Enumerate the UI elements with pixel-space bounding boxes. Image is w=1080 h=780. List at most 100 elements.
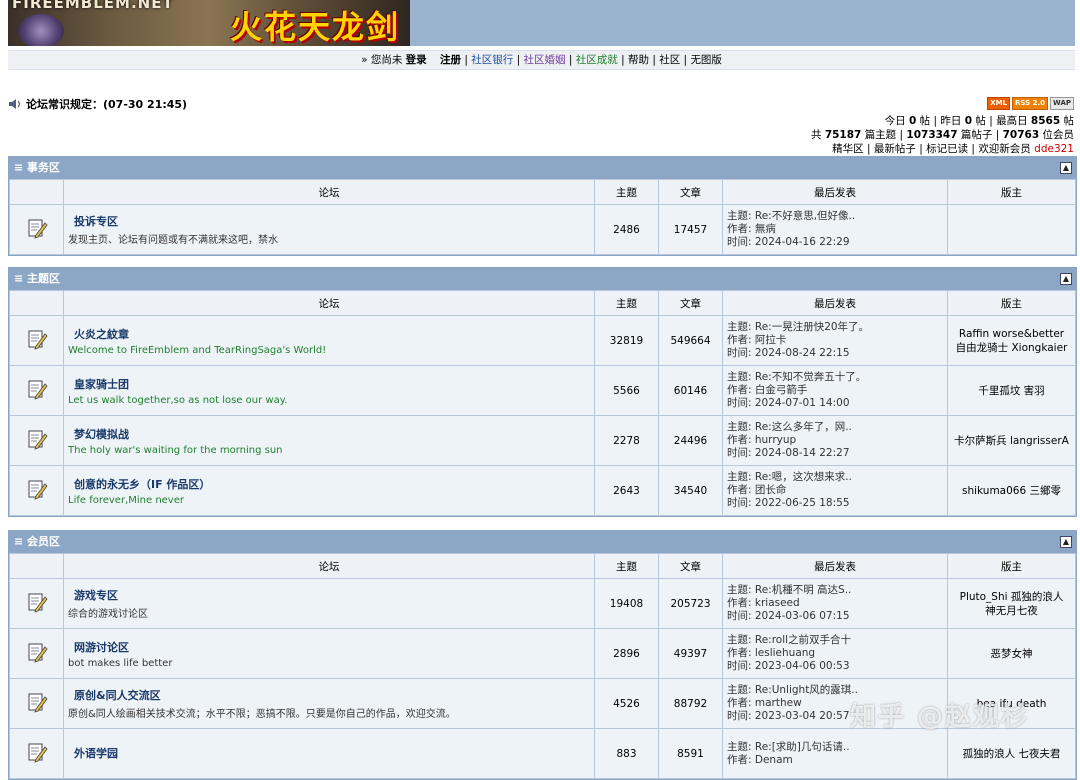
- topic-count: 5566: [594, 365, 659, 416]
- forum-table: 论坛 主题 文章 最后发表 版主 投诉专区 发现主页、论坛有问题或有不满就来这吧，禁水 248…: [9, 179, 1076, 255]
- moderators-cell[interactable]: 千里孤坟 害羽: [947, 365, 1076, 416]
- forum-icon-cell: [9, 678, 64, 729]
- header-last-post: 最后发表: [722, 290, 948, 316]
- moderators-cell[interactable]: Pluto_Shi 孤独的浪人 神无月七夜: [947, 578, 1076, 629]
- last-post-author[interactable]: 作者: 白金弓箭手: [727, 384, 946, 397]
- last-post-author[interactable]: 作者: Denam: [727, 754, 946, 767]
- forum-link[interactable]: 火炎之紋章: [68, 326, 593, 342]
- site-title: 火花天龙剑: [230, 8, 401, 46]
- last-post-topic[interactable]: 主题: Re:不知不觉奔五十了。: [727, 371, 946, 384]
- header-moderators: 版主: [947, 553, 1076, 579]
- last-post-topic[interactable]: 主题: Re:roll之前双手合十: [727, 634, 946, 647]
- topic-count: 883: [594, 728, 659, 779]
- last-post-time: 时间: 2024-08-24 22:15: [727, 347, 850, 359]
- moderators-cell[interactable]: [947, 204, 1076, 255]
- header-forum: 论坛: [63, 179, 595, 205]
- login-link[interactable]: 登录: [406, 54, 427, 66]
- forum-link[interactable]: 投诉专区: [68, 213, 593, 229]
- moderators-cell[interactable]: shikuma066 三鄉零: [947, 465, 1076, 516]
- forum-name-cell: 投诉专区 发现主页、论坛有问题或有不满就来这吧，禁水: [63, 204, 595, 255]
- moderators-cell[interactable]: 孤独的浪人 七夜夫君: [947, 728, 1076, 779]
- last-post-author[interactable]: 作者: lesliehuang: [727, 647, 946, 660]
- header-icon-col: [9, 290, 64, 316]
- table-row: 投诉专区 发现主页、论坛有问题或有不满就来这吧，禁水 2486 17457 主题: Re…: [9, 204, 1076, 255]
- forum-icon-cell: [9, 415, 64, 466]
- feed-badges: XML RSS 2.0 WAP: [987, 97, 1074, 110]
- forum-link[interactable]: 原创&同人交流区: [68, 687, 593, 703]
- header-moderators: 版主: [947, 179, 1076, 205]
- announcement[interactable]: 论坛常识规定：(07-30 21:45): [8, 96, 187, 112]
- latest-posts-link[interactable]: 最新帖子: [874, 143, 916, 155]
- forum-name-cell: 原创&同人交流区 原创&同人绘画相关技术交流；水平不限；恶搞不限。只要是你自己的作…: [63, 678, 595, 729]
- last-post-author[interactable]: 作者: 無病: [727, 223, 946, 236]
- section-header: ≡ 会员区 ▲: [9, 531, 1076, 553]
- nav-community-link[interactable]: 社区: [659, 54, 680, 66]
- last-post-cell: 主题: Re:机種不明 高达S.. 作者: kriaseed 时间: 2024-03…: [722, 578, 948, 629]
- last-post-topic[interactable]: 主题: Re:嗯，这次想来求..: [727, 471, 946, 484]
- nav-bank-link[interactable]: 社区银行: [471, 54, 513, 66]
- table-row: 创意的永无乡（IF 作品区） Life forever,Mine never 264…: [9, 465, 1076, 516]
- register-link[interactable]: 注册: [440, 54, 461, 66]
- banner-image[interactable]: FIREEMBLEM.NET 火花天龙剑: [8, 0, 410, 46]
- last-post-topic[interactable]: 主题: Re:一晃注册快20年了。: [727, 321, 946, 334]
- table-row: 火炎之紋章 Welcome to FireEmblem and TearRingS…: [9, 315, 1076, 366]
- last-post-author[interactable]: 作者: kriaseed: [727, 597, 946, 610]
- rss-badge[interactable]: RSS 2.0: [1012, 97, 1049, 110]
- wap-badge[interactable]: WAP: [1050, 97, 1074, 110]
- nav-marriage-link[interactable]: 社区婚姻: [524, 54, 566, 66]
- last-post-author[interactable]: 作者: hurryup: [727, 434, 946, 447]
- post-count: 205723: [658, 578, 723, 629]
- last-post-cell: 主题: Re:roll之前双手合十 作者: lesliehuang 时间: 2023…: [722, 628, 948, 679]
- last-post-author[interactable]: 作者: 阿拉卡: [727, 334, 946, 347]
- moderators-cell[interactable]: 恶梦女神: [947, 628, 1076, 679]
- table-header-row: 论坛 主题 文章 最后发表 版主: [9, 290, 1076, 316]
- nav-help-link[interactable]: 帮助: [628, 54, 649, 66]
- forum-icon-cell: [9, 728, 64, 779]
- header-topics: 主题: [594, 290, 659, 316]
- header-posts: 文章: [658, 290, 723, 316]
- nav-achievement-link[interactable]: 社区成就: [576, 54, 618, 66]
- last-post-topic[interactable]: 主题: Re:不好意思,但好像..: [727, 210, 946, 223]
- last-post-time: 时间: 2023-04-06 00:53: [727, 660, 850, 672]
- xml-badge[interactable]: XML: [987, 97, 1011, 110]
- forum-description: Life forever,Mine never: [68, 494, 184, 506]
- header-posts: 文章: [658, 553, 723, 579]
- table-row: 梦幻模拟战 The holy war's waiting for the morn…: [9, 415, 1076, 466]
- header-forum: 论坛: [63, 290, 595, 316]
- table-header-row: 论坛 主题 文章 最后发表 版主: [9, 179, 1076, 205]
- last-post-topic[interactable]: 主题: Re:这么多年了，网..: [727, 421, 946, 434]
- last-post-time: 时间: 2022-06-25 18:55: [727, 497, 850, 509]
- last-post-topic[interactable]: 主题: Re:[求助]几句话请..: [727, 741, 946, 754]
- header-icon-col: [9, 553, 64, 579]
- header-forum: 论坛: [63, 553, 595, 579]
- header-icon-col: [9, 179, 64, 205]
- forum-icon-cell: [9, 465, 64, 516]
- forum-status-icon: [26, 691, 48, 713]
- moderators-cell[interactable]: 卡尔萨斯兵 langrisserA: [947, 415, 1076, 466]
- new-member-link[interactable]: dde321: [1034, 143, 1074, 155]
- digest-link[interactable]: 精华区: [832, 143, 864, 155]
- collapse-icon[interactable]: ▲: [1060, 536, 1072, 548]
- forum-link[interactable]: 游戏专区: [68, 587, 593, 603]
- post-count: 549664: [658, 315, 723, 366]
- last-post-time: 时间: 2024-07-01 14:00: [727, 397, 850, 409]
- table-row: 外语学园 883 8591 主题: Re:[求助]几句话请.. 作者: Denam 孤独的…: [9, 728, 1076, 779]
- forum-description: The holy war's waiting for the morning s…: [68, 444, 283, 456]
- last-post-author[interactable]: 作者: 团长命: [727, 484, 946, 497]
- forum-link[interactable]: 创意的永无乡（IF 作品区）: [68, 476, 593, 492]
- last-post-topic[interactable]: 主题: Re:机種不明 高达S..: [727, 584, 946, 597]
- mark-read-link[interactable]: 标记已读: [926, 143, 968, 155]
- collapse-icon[interactable]: ▲: [1060, 273, 1072, 285]
- nav-text-only-link[interactable]: 无图版: [690, 54, 722, 66]
- forum-link[interactable]: 梦幻模拟战: [68, 426, 593, 442]
- moderators-cell[interactable]: Raffin worse&better 自由龙骑士 Xiongkaier: [947, 315, 1076, 366]
- forum-name-cell: 创意的永无乡（IF 作品区） Life forever,Mine never: [63, 465, 595, 516]
- section-title: ≡ 事务区: [14, 161, 61, 174]
- forum-description: Welcome to FireEmblem and TearRingSaga's…: [68, 344, 327, 356]
- forum-link[interactable]: 网游讨论区: [68, 639, 593, 655]
- forum-link[interactable]: 皇家骑士团: [68, 376, 593, 392]
- forum-link[interactable]: 外语学园: [68, 745, 593, 761]
- forum-icon-cell: [9, 315, 64, 366]
- collapse-icon[interactable]: ▲: [1060, 162, 1072, 174]
- post-count: 49397: [658, 628, 723, 679]
